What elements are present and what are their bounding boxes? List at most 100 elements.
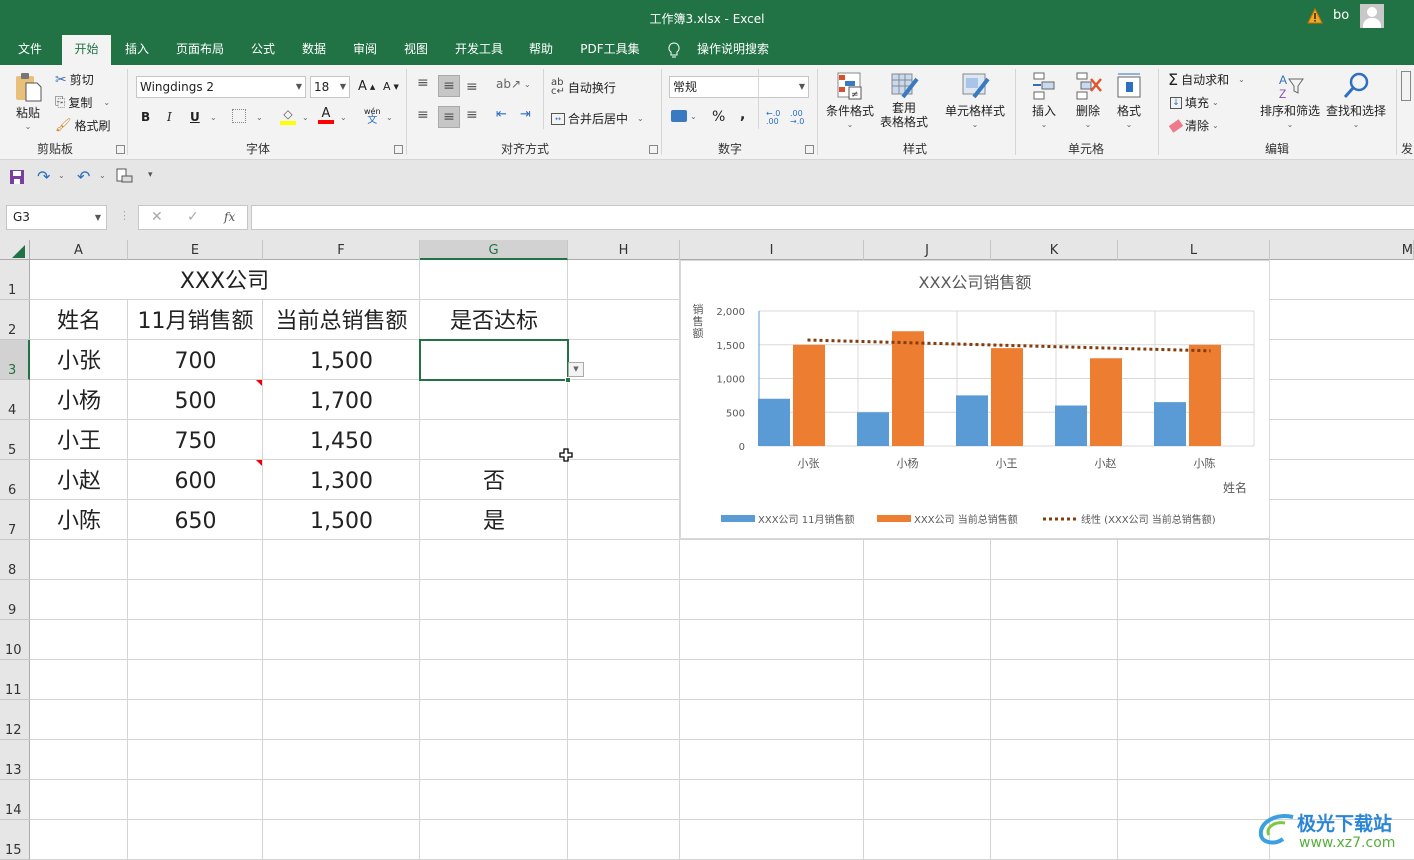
- row-header[interactable]: 6: [0, 460, 30, 500]
- align-top-button[interactable]: ≡: [417, 75, 429, 91]
- tab-data[interactable]: 数据: [296, 35, 332, 65]
- tab-review[interactable]: 审阅: [347, 35, 383, 65]
- tab-page-layout[interactable]: 页面布局: [170, 35, 230, 65]
- font-name-select[interactable]: Wingdings 2 ▼: [136, 76, 306, 98]
- header-cell[interactable]: 是否达标: [420, 300, 568, 340]
- cut-button[interactable]: ✂ 剪切: [55, 71, 94, 88]
- row-header[interactable]: 15: [0, 820, 30, 860]
- format-cells-button[interactable]: 格式 ⌄: [1115, 71, 1143, 129]
- row-header[interactable]: 9: [0, 580, 30, 620]
- bar-total[interactable]: [892, 331, 924, 446]
- align-middle-button[interactable]: ≡: [438, 75, 460, 97]
- borders-icon[interactable]: [232, 109, 246, 123]
- nov-sales-cell[interactable]: 650: [128, 500, 263, 540]
- legend-label-trendline[interactable]: 线性 (XXX公司 当前总销售额): [1081, 513, 1216, 526]
- dialog-launcher-icon[interactable]: [805, 145, 814, 154]
- row-header[interactable]: 14: [0, 780, 30, 820]
- increase-font-button[interactable]: A ▲: [358, 79, 375, 94]
- formula-input[interactable]: [251, 205, 1414, 230]
- chevron-down-icon[interactable]: ⌄: [340, 113, 347, 122]
- total-sales-cell[interactable]: 1,300: [263, 460, 420, 500]
- name-cell[interactable]: 小杨: [30, 380, 128, 420]
- decrease-indent-button[interactable]: ⇤: [496, 107, 507, 122]
- meets-target-cell[interactable]: 否: [420, 460, 568, 500]
- number-format-select[interactable]: 常规 ▼: [669, 76, 809, 98]
- nov-sales-cell[interactable]: 500: [128, 380, 263, 420]
- clear-button[interactable]: 清除 ⌄: [1168, 117, 1219, 134]
- partial-ribbon-icon[interactable]: [1401, 71, 1411, 101]
- legend-label-total[interactable]: XXX公司 当前总销售额: [914, 513, 1018, 526]
- chart[interactable]: XXX公司销售额 0 500 1,000 1,500 2,000 小张 小杨 小王 小赵 小陈 …: [680, 260, 1270, 539]
- decrease-decimal-button[interactable]: .00 →.0: [790, 110, 804, 126]
- name-box[interactable]: G3 ▼: [6, 205, 107, 230]
- cancel-icon[interactable]: ✕: [151, 209, 163, 225]
- tab-formulas[interactable]: 公式: [245, 35, 281, 65]
- row-header[interactable]: 13: [0, 740, 30, 780]
- underline-button[interactable]: U: [190, 110, 200, 124]
- bar-nov[interactable]: [956, 395, 988, 446]
- dialog-launcher-icon[interactable]: [394, 145, 403, 154]
- bold-button[interactable]: B: [141, 110, 150, 124]
- chart-title[interactable]: XXX公司销售额: [919, 273, 1032, 292]
- nov-sales-cell[interactable]: 750: [128, 420, 263, 460]
- tab-developer[interactable]: 开发工具: [450, 35, 508, 65]
- tab-home[interactable]: 开始: [62, 35, 111, 65]
- phonetic-button[interactable]: wén 文: [364, 107, 381, 126]
- total-sales-cell[interactable]: 1,500: [263, 500, 420, 540]
- name-cell[interactable]: 小张: [30, 340, 128, 380]
- paste-button[interactable]: 粘贴 ⌄: [12, 71, 44, 131]
- chevron-down-icon[interactable]: ⌄: [302, 113, 309, 122]
- header-cell[interactable]: 当前总销售额: [263, 300, 420, 340]
- currency-button[interactable]: ⌄: [671, 110, 697, 122]
- column-header-f[interactable]: F: [263, 240, 420, 260]
- find-select-button[interactable]: 查找和选择 ⌄: [1326, 71, 1386, 129]
- warning-icon[interactable]: [1307, 8, 1323, 24]
- copy-button[interactable]: ⎘ 复制 ⌄: [55, 94, 110, 111]
- tab-help[interactable]: 帮助: [523, 35, 559, 65]
- column-header-a[interactable]: A: [30, 240, 128, 260]
- comment-indicator-icon[interactable]: [256, 460, 262, 466]
- row-header[interactable]: 8: [0, 540, 30, 580]
- nov-sales-cell[interactable]: 600: [128, 460, 263, 500]
- row-header[interactable]: 5: [0, 420, 30, 460]
- cell-title[interactable]: XXX公司: [128, 260, 321, 300]
- tab-pdf-tools[interactable]: PDF工具集: [576, 35, 644, 65]
- tell-me-search[interactable]: 操作说明搜索: [693, 35, 773, 65]
- redo-icon[interactable]: ↷: [37, 167, 50, 186]
- delete-cells-button[interactable]: 删除 ⌄: [1073, 71, 1103, 129]
- column-header-e[interactable]: E: [128, 240, 263, 260]
- x-axis-title[interactable]: 姓名: [1223, 480, 1247, 495]
- nov-sales-cell[interactable]: 700: [128, 340, 263, 380]
- customize-qat-icon[interactable]: ▾: [148, 170, 153, 180]
- insert-function-icon[interactable]: fx: [224, 210, 235, 224]
- tab-view[interactable]: 视图: [398, 35, 434, 65]
- header-cell[interactable]: 姓名: [30, 300, 128, 340]
- user-name[interactable]: bo: [1333, 8, 1349, 23]
- meets-target-cell[interactable]: [420, 420, 568, 460]
- bar-total[interactable]: [1090, 358, 1122, 446]
- format-painter-button[interactable]: 🖌 格式刷: [55, 117, 111, 134]
- align-right-button[interactable]: ≡: [466, 107, 478, 123]
- dialog-launcher-icon[interactable]: [649, 145, 658, 154]
- meets-target-cell[interactable]: [420, 380, 568, 420]
- total-sales-cell[interactable]: 1,700: [263, 380, 420, 420]
- fill-button[interactable]: ↓ 填充 ⌄: [1170, 94, 1219, 111]
- column-header-j[interactable]: J: [864, 240, 991, 260]
- row-header[interactable]: 12: [0, 700, 30, 740]
- chevron-down-icon[interactable]: ⌄: [99, 171, 106, 180]
- align-bottom-button[interactable]: ≡: [466, 79, 478, 95]
- bar-nov[interactable]: [758, 398, 790, 446]
- wrap-text-button[interactable]: ab c↵ 自动换行: [551, 78, 616, 97]
- bar-total[interactable]: [793, 344, 825, 446]
- user-avatar-icon[interactable]: [1360, 4, 1384, 28]
- row-header[interactable]: 1: [0, 260, 30, 300]
- align-center-button[interactable]: ≡: [438, 106, 460, 128]
- bar-nov[interactable]: [1055, 405, 1087, 447]
- meets-target-cell[interactable]: 是: [420, 500, 568, 540]
- conditional-formatting-button[interactable]: ≠ 条件格式 ⌄: [826, 71, 874, 129]
- column-header-g[interactable]: G: [420, 240, 568, 260]
- fill-color-button[interactable]: ◇: [280, 107, 296, 125]
- save-icon[interactable]: [9, 169, 25, 185]
- autosum-button[interactable]: Σ 自动求和 ⌄: [1168, 71, 1245, 88]
- bar-nov[interactable]: [857, 412, 889, 446]
